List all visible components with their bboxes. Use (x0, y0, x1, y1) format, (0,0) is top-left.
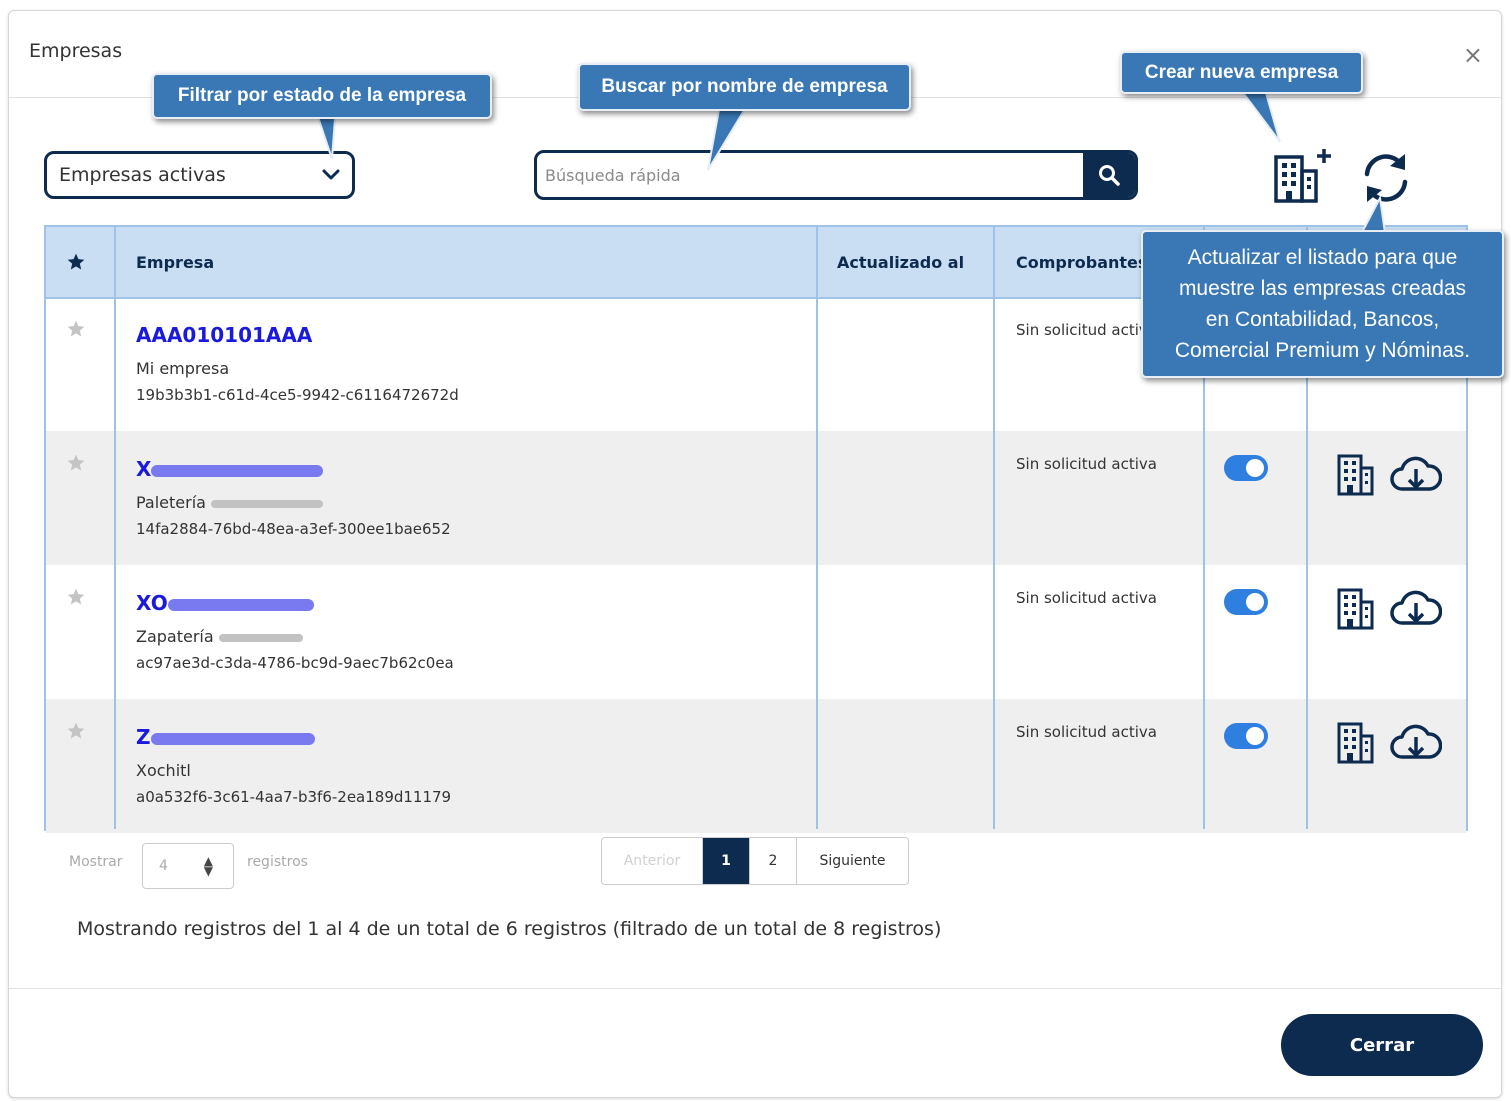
stepper-arrows-icon: ▲ ▼ (203, 854, 213, 878)
column-divider (993, 227, 995, 829)
active-toggle[interactable] (1224, 589, 1268, 615)
star-icon[interactable] (66, 587, 86, 607)
company-name: Xochitl (136, 761, 191, 780)
actualizado-column-header[interactable]: Actualizado al (837, 227, 964, 297)
previous-page-button[interactable]: Anterior (602, 838, 702, 884)
building-icon[interactable] (1336, 721, 1376, 765)
filter-callout: Filtrar por estado de la empresa (152, 73, 492, 119)
company-name-text: Zapatería (136, 627, 214, 646)
callout-pointer (1236, 86, 1281, 143)
empresa-column-header[interactable]: Empresa (136, 227, 214, 297)
building-icon[interactable] (1336, 453, 1376, 497)
company-code-link[interactable]: Z (136, 725, 315, 749)
redaction-blur (150, 732, 315, 745)
comprobantes-status: Sin solicitud activa (1016, 321, 1157, 339)
comprobantes-status: Sin solicitud activa (1016, 723, 1157, 741)
company-name: Mi empresa (136, 359, 230, 378)
comprobantes-column-header[interactable]: Comprobantes (1016, 227, 1147, 297)
footer-divider (9, 988, 1501, 989)
redaction-blur (151, 464, 324, 477)
refresh-callout-line: muestre las empresas creadas (1178, 277, 1467, 300)
search-input[interactable] (537, 153, 1083, 197)
building-add-icon (1274, 149, 1331, 203)
favorite-column-header[interactable] (66, 227, 86, 297)
page-1-button[interactable]: 1 (702, 838, 749, 884)
page-2-button[interactable]: 2 (749, 838, 796, 884)
cloud-download-icon[interactable] (1390, 721, 1442, 765)
company-uuid: ac97ae3d-c3da-4786-bc9d-9aec7b62c0ea (136, 654, 454, 672)
cloud-download-icon[interactable] (1390, 587, 1442, 631)
company-name-text: Paletería (136, 493, 206, 512)
create-callout: Crear nueva empresa (1120, 51, 1363, 94)
records-summary: Mostrando registros del 1 al 4 de un tot… (77, 918, 942, 940)
status-filter-value: Empresas activas (59, 164, 226, 186)
search-icon (1099, 165, 1120, 186)
comprobantes-status: Sin solicitud activa (1016, 589, 1157, 607)
refresh-callout: Actualizar el listado para que muestre l… (1141, 230, 1504, 378)
table-row[interactable]: XO Zapatería ac97ae3d-c3da-4786-bc9d-9ae… (46, 565, 1466, 699)
building-icon[interactable] (1336, 587, 1376, 631)
redaction-blur (218, 633, 303, 642)
close-icon[interactable]: × (1463, 43, 1483, 67)
callout-pointer (707, 104, 750, 171)
page-size-value: 4 (159, 858, 168, 874)
table-row[interactable]: X Paletería 14fa2884-76bd-48ea-a3ef-300e… (46, 431, 1466, 565)
refresh-callout-line: Comercial Premium y Nóminas. (1174, 339, 1471, 362)
company-uuid: 14fa2884-76bd-48ea-a3ef-300ee1bae652 (136, 520, 451, 538)
modal-title: Empresas (29, 40, 123, 62)
search-button[interactable] (1083, 153, 1135, 197)
star-icon[interactable] (66, 453, 86, 473)
company-code-text: X (136, 457, 152, 481)
company-code-link[interactable]: XO (136, 591, 314, 615)
active-toggle[interactable] (1224, 723, 1268, 749)
chevron-down-icon (322, 169, 340, 180)
company-name: Paletería (136, 493, 324, 512)
company-code-text: XO (136, 591, 168, 615)
table-row[interactable]: Z Xochitl a0a532f6-3c61-4aa7-b3f6-2ea189… (46, 699, 1466, 833)
company-code-link[interactable]: AAA010101AAA (136, 323, 312, 347)
refresh-callout-line: Actualizar el listado para que (1187, 246, 1458, 269)
show-label: Mostrar (69, 854, 123, 870)
pagination: Anterior 1 2 Siguiente (601, 837, 909, 885)
comprobantes-status: Sin solicitud activa (1016, 455, 1157, 473)
search-box (534, 150, 1138, 200)
star-icon (67, 253, 85, 270)
active-toggle[interactable] (1224, 455, 1268, 481)
column-divider (114, 227, 116, 829)
records-label: registros (247, 854, 308, 870)
redaction-blur (211, 499, 324, 508)
refresh-callout-line: en Contabilidad, Bancos, (1205, 308, 1440, 331)
page-size-select[interactable]: 4 ▲ ▼ (142, 843, 234, 889)
create-company-button[interactable] (1272, 147, 1334, 209)
search-callout: Buscar por nombre de empresa (578, 63, 911, 111)
star-icon[interactable] (66, 721, 86, 741)
redaction-blur (167, 598, 314, 611)
column-divider (816, 227, 818, 829)
next-page-button[interactable]: Siguiente (796, 838, 908, 884)
company-code-text: Z (136, 725, 151, 749)
close-button[interactable]: Cerrar (1281, 1014, 1483, 1076)
star-icon[interactable] (66, 319, 86, 339)
company-uuid: 19b3b3b1-c61d-4ce5-9942-c6116472672d (136, 386, 459, 404)
company-name: Zapatería (136, 627, 303, 646)
company-uuid: a0a532f6-3c61-4aa7-b3f6-2ea189d11179 (136, 788, 452, 806)
company-code-link[interactable]: X (136, 457, 324, 481)
cloud-download-icon[interactable] (1390, 453, 1442, 497)
